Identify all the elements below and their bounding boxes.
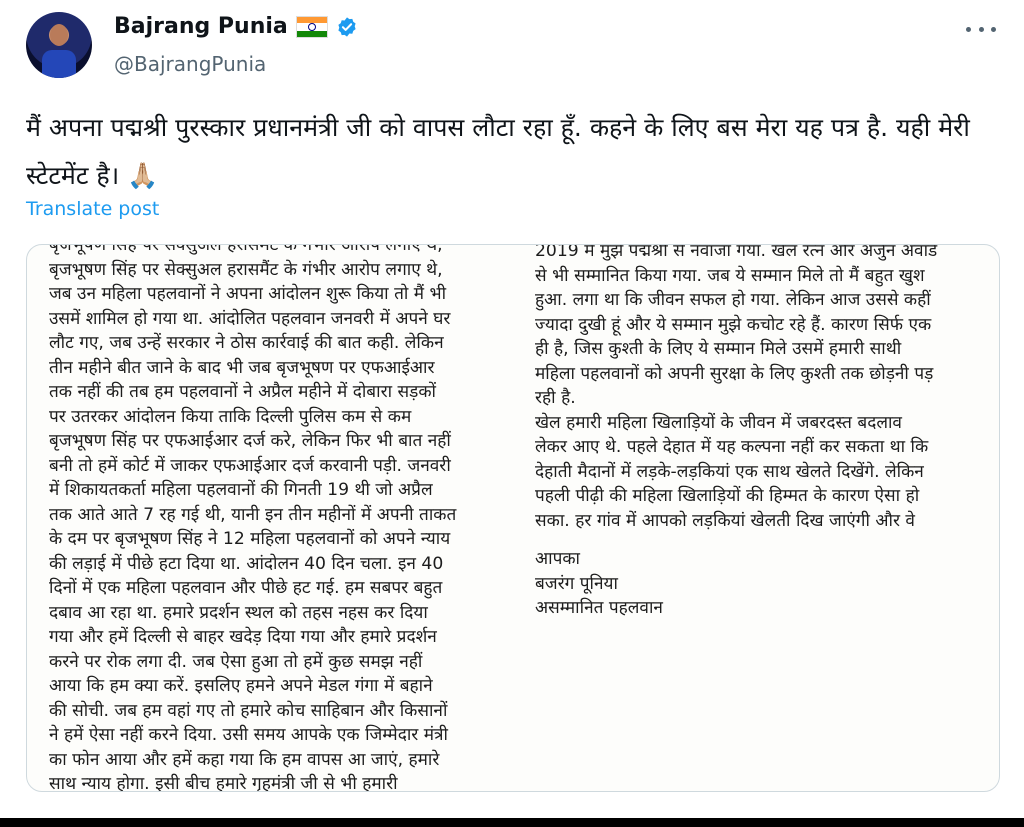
letter-line: तीन महीने बीत जाने के बाद भी जब बृजभूषण … bbox=[49, 357, 435, 378]
letter-right-column: 2019 में मुझे पद्मश्री से नवाजा गया. खेल… bbox=[535, 244, 981, 621]
letter-line: बृजभूषण सिंह पर सेक्सुअल हरासमैंट के गंभ… bbox=[49, 244, 443, 255]
author-name-row: Bajrang Punia bbox=[114, 14, 358, 39]
avatar-head bbox=[50, 24, 68, 46]
translate-post-link[interactable]: Translate post bbox=[26, 198, 159, 220]
letter-line: असम्मानित पहलवान bbox=[535, 598, 663, 618]
letter-line: ने हमें ऐसा नहीं करने दिया. उसी समय आपके… bbox=[49, 725, 448, 745]
more-options-icon[interactable] bbox=[966, 18, 996, 40]
author-name[interactable]: Bajrang Punia bbox=[114, 14, 288, 39]
letter-line: बृजभूषण सिंह पर सेक्सुअल हरासमैंट के गंभ… bbox=[49, 259, 443, 280]
avatar[interactable] bbox=[26, 12, 92, 78]
letter-line: का फोन आया और हमें कहा गया कि हम वापस आ … bbox=[49, 749, 440, 770]
letter-line: रही है. bbox=[535, 388, 576, 408]
letter-line: लौट गए, जब उन्हें सरकार ने ठोस कार्रवाई … bbox=[49, 333, 444, 353]
letter-left-column: बृजभूषण सिंह पर सेक्सुअल हरासमैंट के गंभ… bbox=[49, 244, 519, 792]
letter-line: तक नहीं की तब हम पहलवानों ने अप्रैल महीन… bbox=[49, 382, 436, 402]
letter-line: बृजभूषण सिंह पर एफआईआर दर्ज करे, लेकिन फ… bbox=[49, 431, 451, 451]
letter-line: ही है, जिस कुश्ती के लिए ये सम्मान मिले … bbox=[535, 339, 902, 359]
letter-line: देहाती मैदानों में लड़के-लड़कियां एक साथ… bbox=[535, 461, 924, 482]
letter-line: बनी तो हमें कोर्ट में जाकर एफआईआर दर्ज क… bbox=[49, 455, 451, 476]
letter-image[interactable]: बृजभूषण सिंह पर सेक्सुअल हरासमैंट के गंभ… bbox=[26, 244, 1000, 792]
post-text: मैं अपना पद्मश्री पुरस्कार प्रधानमंत्री … bbox=[26, 113, 970, 190]
letter-line: आया कि हम क्या करें. इसलिए हमने अपने मेड… bbox=[49, 676, 433, 696]
letter-line: खेल हमारी महिला खिलाड़ियों के जीवन में ज… bbox=[535, 412, 902, 433]
letter-line: पहली पीढ़ी की महिला खिलाड़ियों की हिम्मत… bbox=[535, 486, 920, 506]
author-handle[interactable]: @BajrangPunia bbox=[114, 52, 266, 76]
india-flag-icon bbox=[295, 15, 328, 38]
post-header: Bajrang Punia @BajrangPunia bbox=[0, 0, 1024, 90]
letter-line: उसमें शामिल हो गया था. आंदोलित पहलवान जन… bbox=[49, 308, 451, 329]
letter-line: के दम पर बृजभूषण सिंह ने 12 महिला पहलवान… bbox=[49, 529, 451, 549]
letter-line: से भी सम्मानित किया गया. जब ये सम्मान मि… bbox=[535, 265, 925, 286]
letter-line: तक आते आते 7 रह गई थी, यानी इन तीन महीनो… bbox=[49, 504, 457, 525]
letter-line: पर उतरकर आंदोलन किया ताकि दिल्ली पुलिस क… bbox=[49, 406, 412, 427]
letter-line: साथ न्याय होगा. इसी बीच हमारे गृहमंत्री … bbox=[49, 774, 398, 792]
letter-line: की लड़ाई में पीछे हटा दिया था. आंदोलन 40… bbox=[49, 553, 444, 574]
letter-line: बजरंग पूनिया bbox=[535, 573, 618, 594]
letter-line: करने पर रोक लगा दी. जब ऐसा हुआ तो हमें क… bbox=[49, 651, 423, 672]
letter-line: दिनों में एक महिला पहलवान और पीछे हट गई.… bbox=[49, 578, 443, 598]
avatar-torso bbox=[42, 50, 76, 78]
letter-line: दबाव आ रहा था. हमारे प्रदर्शन स्थल को तह… bbox=[49, 602, 428, 623]
letter-line: महिला पहलवानों को अपनी सुरक्षा के लिए कु… bbox=[535, 363, 934, 384]
letter-line: सका. हर गांव में आपको लड़कियां खेलती दिख… bbox=[535, 510, 915, 531]
letter-line: जब उन महिला पहलवानों ने अपना आंदोलन शुरू… bbox=[49, 284, 447, 304]
letter-line: हुआ. लगा था कि जीवन सफल हो गया. लेकिन आज… bbox=[535, 290, 931, 310]
letter-line: आपका bbox=[535, 549, 580, 569]
verified-badge-icon bbox=[338, 16, 356, 37]
bottom-edge-bar bbox=[0, 818, 1024, 827]
letter-line: लेकर आए थे. पहले देहात में यह कल्पना नही… bbox=[535, 437, 929, 457]
letter-line: गया और हमें दिल्ली से बाहर खदेड़ दिया गय… bbox=[49, 627, 437, 647]
letter-line: में शिकायतकर्ता महिला पहलवानों की गिनती … bbox=[49, 480, 433, 500]
letter-line: 2019 में मुझे पद्मश्री से नवाजा गया. खेल… bbox=[535, 244, 938, 261]
letter-line: ज्यादा दुखी हूं और ये सम्मान मुझे कचोट र… bbox=[535, 314, 932, 335]
letter-line: की सोची. जब हम वहां गए तो हमारे कोच साहि… bbox=[49, 700, 448, 721]
